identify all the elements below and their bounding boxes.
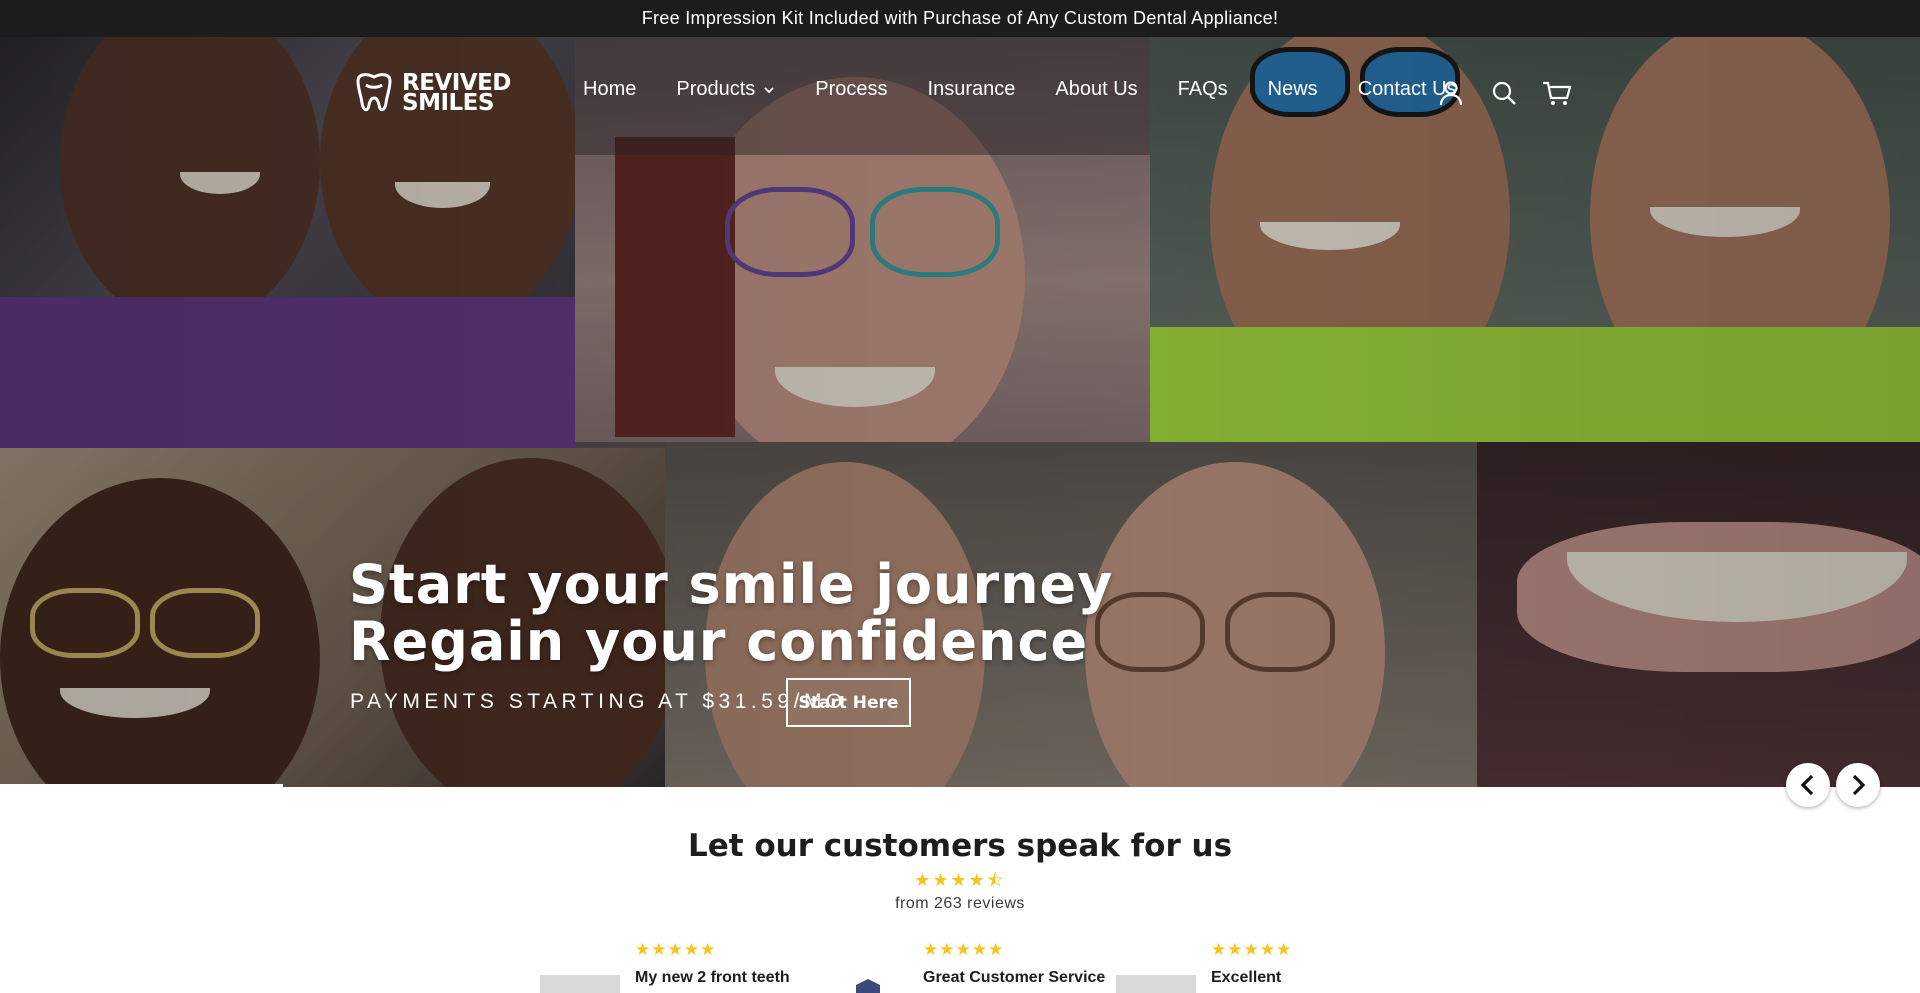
tooth-icon xyxy=(356,73,392,112)
cart-icon[interactable] xyxy=(1541,79,1573,107)
review-title: My new 2 front teeth xyxy=(635,969,790,986)
hero-title-line-1: Start your smile journey xyxy=(349,553,1114,616)
nav-insurance-label: Insurance xyxy=(927,78,1016,100)
nav-news-label: News xyxy=(1267,78,1318,100)
search-icon[interactable] xyxy=(1490,79,1518,107)
chevron-right-icon xyxy=(1852,774,1866,796)
account-icon[interactable] xyxy=(1437,79,1465,107)
main-nav: Home Products Process Insurance About Us… xyxy=(583,78,1497,101)
reviews-title: Let our customers speak for us xyxy=(687,828,1233,864)
chevron-down-icon xyxy=(764,86,774,93)
chevron-left-icon xyxy=(1800,774,1814,796)
review-photo xyxy=(1116,975,1196,993)
nav-products-label: Products xyxy=(676,78,756,100)
start-here-button[interactable]: Start Here xyxy=(786,678,911,727)
hero-title: Start your smile journey Regain your con… xyxy=(349,556,1113,670)
review-stars: ★★★★★ xyxy=(923,940,1005,959)
review-stars: ★★★★★ xyxy=(1211,940,1293,959)
nav-faqs-label: FAQs xyxy=(1177,78,1228,100)
nav-about-us[interactable]: About Us xyxy=(1055,78,1137,101)
brand-logo[interactable]: REVIVED SMILES xyxy=(352,70,538,116)
review-title: Great Customer Service xyxy=(923,969,1106,986)
nav-home[interactable]: Home xyxy=(583,78,636,101)
review-title: Excellent xyxy=(1211,969,1282,986)
brand-wordmark: REVIVED SMILES xyxy=(402,72,511,116)
nav-about-us-label: About Us xyxy=(1055,78,1138,100)
announcement-text: Free Impression Kit Included with Purcha… xyxy=(641,8,1279,28)
reviews-rating-stars: ★★★★⯪ xyxy=(914,870,1006,890)
nav-faqs[interactable]: FAQs xyxy=(1178,78,1228,101)
hero-title-line-2: Regain your confidence xyxy=(349,610,1089,673)
review-card[interactable]: ★★★★★ Great Customer Service xyxy=(828,940,1105,993)
next-slide-button[interactable] xyxy=(1836,763,1880,807)
review-card[interactable]: ★★★★★ Excellent xyxy=(1116,940,1366,993)
nav-insurance[interactable]: Insurance xyxy=(928,78,1016,101)
review-badge-icon xyxy=(828,975,908,993)
nav-process[interactable]: Process xyxy=(815,78,887,101)
review-stars: ★★★★★ xyxy=(635,940,717,959)
nav-news[interactable]: News xyxy=(1268,78,1318,101)
brand-line-2: SMILES xyxy=(402,90,494,116)
announcement-bar: Free Impression Kit Included with Purcha… xyxy=(0,0,1920,37)
prev-slide-button[interactable] xyxy=(1786,763,1830,807)
nav-process-label: Process xyxy=(815,78,888,100)
nav-home-label: Home xyxy=(583,78,637,100)
review-card[interactable]: ★★★★★ My new 2 front teeth xyxy=(540,940,790,993)
slide-progress-bar xyxy=(0,784,283,787)
nav-products[interactable]: Products xyxy=(676,78,775,101)
hero-subtitle: PAYMENTS STARTING AT $31.59/MO xyxy=(350,690,847,713)
reviews-count[interactable]: from 263 reviews xyxy=(0,895,1920,913)
review-photo xyxy=(540,975,620,993)
